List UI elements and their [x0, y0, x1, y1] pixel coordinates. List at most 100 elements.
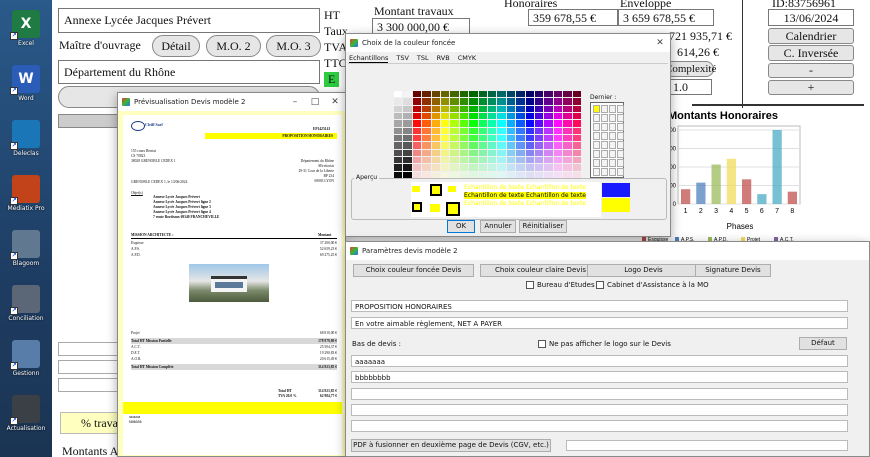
color-swatch[interactable] [516, 113, 525, 120]
color-swatch[interactable] [394, 91, 403, 98]
color-swatch[interactable] [488, 120, 497, 127]
color-swatch[interactable] [412, 149, 422, 156]
recent-swatch[interactable] [609, 114, 616, 122]
recent-swatch[interactable] [617, 132, 624, 140]
close-icon[interactable]: ✕ [650, 34, 670, 52]
color-swatch[interactable] [553, 157, 563, 164]
color-swatch[interactable] [394, 142, 403, 149]
color-swatch[interactable] [450, 157, 459, 164]
color-swatch[interactable] [394, 135, 403, 142]
color-swatch[interactable] [488, 105, 497, 112]
color-swatch[interactable] [572, 113, 581, 120]
color-swatch[interactable] [431, 127, 440, 134]
recent-swatch[interactable] [609, 132, 616, 140]
color-swatch[interactable] [488, 91, 497, 98]
color-swatch[interactable] [497, 120, 506, 127]
color-swatch[interactable] [488, 127, 497, 134]
color-swatch[interactable] [459, 142, 469, 149]
color-swatch[interactable] [488, 149, 497, 156]
color-swatch[interactable] [544, 142, 553, 149]
recent-swatch[interactable] [601, 132, 608, 140]
color-swatch[interactable] [441, 98, 450, 105]
color-swatch[interactable] [506, 149, 516, 156]
pdf-fusion-button[interactable]: PDF à fusionner en deuxième page de Devi… [351, 439, 551, 452]
color-swatch[interactable] [412, 98, 422, 105]
color-swatch[interactable] [572, 127, 581, 134]
ok-button[interactable]: OK [447, 220, 475, 233]
color-swatch[interactable] [422, 142, 431, 149]
recent-swatch[interactable] [617, 114, 624, 122]
color-swatch[interactable] [535, 127, 544, 134]
complexite-button[interactable]: Complexité [664, 61, 716, 77]
color-swatch[interactable] [535, 157, 544, 164]
recent-swatch[interactable] [601, 105, 608, 113]
color-swatch[interactable] [459, 127, 469, 134]
color-swatch[interactable] [422, 120, 431, 127]
honoraires-field[interactable]: 359 678,55 € [528, 9, 618, 26]
color-swatch[interactable] [403, 113, 412, 120]
color-swatch[interactable] [412, 135, 422, 142]
color-swatch[interactable] [553, 142, 563, 149]
color-swatch[interactable] [516, 149, 525, 156]
color-swatch[interactable] [488, 164, 497, 171]
color-swatch[interactable] [422, 149, 431, 156]
color-swatch[interactable] [403, 142, 412, 149]
color-swatch[interactable] [535, 120, 544, 127]
color-swatch[interactable] [478, 113, 487, 120]
color-swatch[interactable] [431, 149, 440, 156]
detail-button[interactable]: Détail [152, 35, 200, 57]
color-swatch[interactable] [412, 157, 422, 164]
color-swatch[interactable] [572, 157, 581, 164]
color-swatch[interactable] [544, 127, 553, 134]
swatch-grid[interactable] [394, 91, 582, 179]
mo3-button[interactable]: M.O. 3 [266, 35, 321, 57]
color-swatch[interactable] [535, 135, 544, 142]
color-swatch[interactable] [422, 127, 431, 134]
color-swatch[interactable] [544, 98, 553, 105]
inversee-button[interactable]: C. Inversée [768, 45, 854, 61]
color-swatch[interactable] [394, 157, 403, 164]
cabinet-checkbox[interactable]: Cabinet d'Assistance à la MO [596, 281, 709, 289]
color-swatch[interactable] [469, 91, 478, 98]
color-swatch[interactable] [469, 164, 478, 171]
color-swatch[interactable] [431, 135, 440, 142]
color-swatch[interactable] [525, 149, 534, 156]
recent-swatch[interactable] [609, 105, 616, 113]
color-swatch[interactable] [516, 142, 525, 149]
color-swatch[interactable] [431, 105, 440, 112]
color-swatch[interactable] [478, 142, 487, 149]
color-swatch[interactable] [525, 91, 534, 98]
color-swatch[interactable] [459, 91, 469, 98]
color-swatch[interactable] [497, 142, 506, 149]
color-swatch[interactable] [497, 157, 506, 164]
color-swatch[interactable] [516, 91, 525, 98]
recent-swatch[interactable] [593, 159, 600, 167]
hide-logo-checkbox[interactable]: Ne pas afficher le logo sur le Devis [538, 340, 671, 348]
tab-echantillons[interactable]: Echantillons [349, 54, 389, 63]
recent-swatch[interactable] [609, 168, 616, 176]
color-swatch[interactable] [394, 127, 403, 134]
color-swatch[interactable] [497, 135, 506, 142]
color-swatch[interactable] [412, 120, 422, 127]
bas-field-b[interactable]: bbbbbbbb [351, 371, 848, 383]
color-swatch[interactable] [525, 113, 534, 120]
color-swatch[interactable] [459, 149, 469, 156]
color-swatch[interactable] [572, 135, 581, 142]
color-swatch[interactable] [459, 164, 469, 171]
color-swatch[interactable] [572, 120, 581, 127]
color-swatch[interactable] [563, 127, 572, 134]
color-swatch[interactable] [403, 157, 412, 164]
color-swatch[interactable] [525, 142, 534, 149]
color-swatch[interactable] [516, 120, 525, 127]
bas-field-c[interactable] [351, 388, 848, 400]
recent-swatch[interactable] [593, 168, 600, 176]
color-swatch[interactable] [431, 98, 440, 105]
color-swatch[interactable] [535, 113, 544, 120]
color-swatch[interactable] [441, 127, 450, 134]
color-swatch[interactable] [403, 127, 412, 134]
color-swatch[interactable] [488, 157, 497, 164]
color-swatch[interactable] [553, 91, 563, 98]
color-swatch[interactable] [478, 149, 487, 156]
reinitialiser-button[interactable]: Réinitialiser [519, 220, 567, 233]
color-swatch[interactable] [469, 142, 478, 149]
